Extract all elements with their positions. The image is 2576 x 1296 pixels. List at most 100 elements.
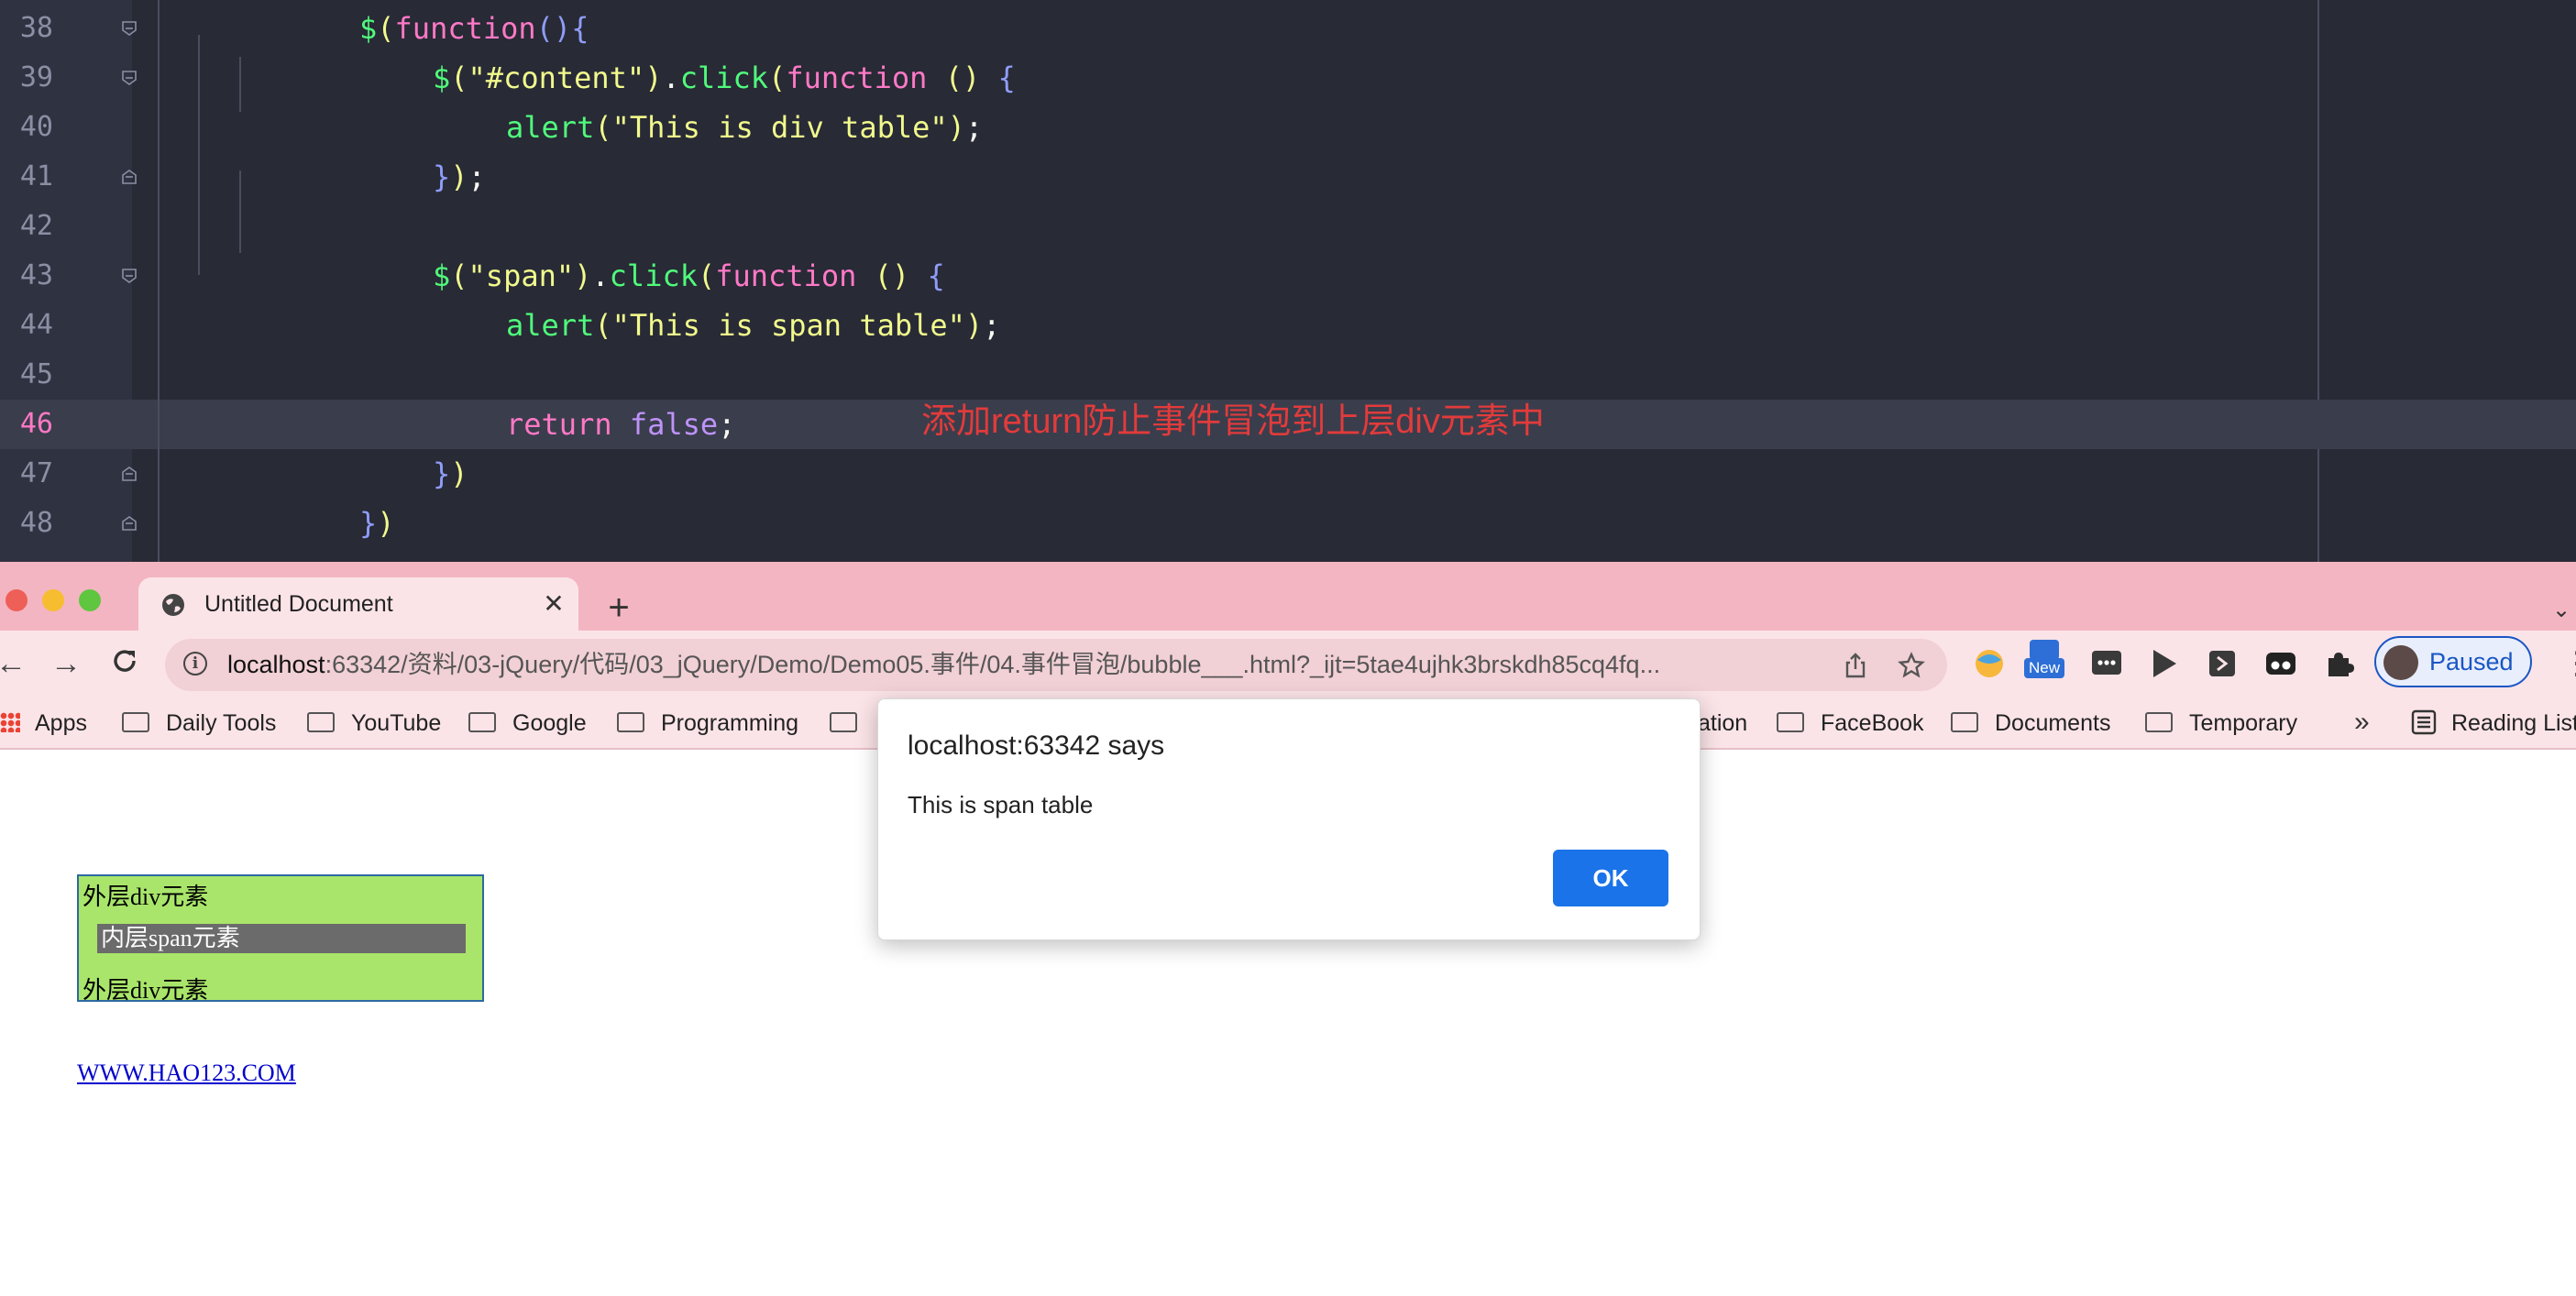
code-token: ) <box>947 110 965 145</box>
alert-dialog: localhost:63342 says This is span table … <box>877 698 1701 940</box>
code-token: function <box>394 11 536 46</box>
extension-chat-icon[interactable] <box>2088 645 2125 682</box>
code-token: ) <box>377 506 395 541</box>
code-token: . <box>662 60 680 95</box>
code-token: ; <box>718 407 736 442</box>
code-token: "#content" <box>468 60 645 95</box>
outer-div-text: 外层div元素 <box>83 977 209 1004</box>
extensions-puzzle-icon[interactable] <box>2321 645 2358 682</box>
apps-grid-icon <box>0 712 20 733</box>
extension-new-icon[interactable]: New <box>2024 640 2064 678</box>
code-annotation: 添加return防止事件冒泡到上层div元素中 <box>921 402 1545 441</box>
fold-marker-icon[interactable] <box>121 20 138 37</box>
extension-play-icon[interactable] <box>2145 645 2182 682</box>
folder-icon <box>1951 712 1978 733</box>
code-token: click <box>679 60 769 95</box>
code-token: false <box>611 407 719 442</box>
code-line[interactable]: 38 $(function(){ <box>0 4 2576 53</box>
site-info-icon[interactable]: i <box>183 652 207 675</box>
fold-marker-icon[interactable] <box>121 169 138 185</box>
code-token: click <box>609 258 698 293</box>
bookmarks-overflow-button[interactable]: » <box>2354 699 2370 745</box>
hao123-link[interactable]: WWW.HAO123.COM <box>77 1060 296 1087</box>
bookmark-google[interactable]: Google <box>468 699 587 748</box>
new-tab-button[interactable]: + <box>600 589 637 626</box>
back-button[interactable]: ← <box>0 645 29 682</box>
code-token: ; <box>964 110 984 145</box>
bookmark-facebook[interactable]: FaceBook <box>1777 699 1924 748</box>
share-icon[interactable] <box>1843 652 1868 679</box>
bookmark-ation[interactable]: ation <box>1698 699 1747 748</box>
fold-marker-icon[interactable] <box>121 515 138 532</box>
extension-glasses-icon[interactable] <box>2262 645 2299 682</box>
code-token: ( <box>450 258 468 293</box>
fold-marker-icon[interactable] <box>121 466 138 482</box>
code-token: "This is span table" <box>611 308 965 343</box>
code-line[interactable]: 41}); <box>0 152 2576 202</box>
reading-list-button[interactable]: Reading List <box>2411 699 2576 748</box>
code-token: ; <box>983 308 1001 343</box>
ok-button[interactable]: OK <box>1553 850 1668 906</box>
bookmark-temporary[interactable]: Temporary <box>2145 699 2297 748</box>
code-token: ) <box>644 60 663 95</box>
code-line[interactable]: 43 $("span").click(function () { <box>0 251 2576 301</box>
bookmark-youtube[interactable]: YouTube <box>307 699 441 748</box>
line-number: 41 <box>19 160 53 192</box>
code-token: ( <box>697 258 716 293</box>
bookmark-documents[interactable]: Documents <box>1951 699 2110 748</box>
code-token: $ <box>433 258 451 293</box>
code-token: () <box>535 11 572 46</box>
bookmark-star-icon[interactable] <box>1898 652 1925 679</box>
tab-search-chevron-icon[interactable]: ⌄ <box>2552 597 2570 623</box>
code-line[interactable]: 42 <box>0 202 2576 251</box>
line-number: 44 <box>19 309 53 341</box>
forward-button[interactable]: → <box>48 645 84 682</box>
code-token: { <box>980 60 1016 95</box>
line-number: 45 <box>19 358 53 390</box>
code-text: }); <box>433 152 486 202</box>
reading-list-icon <box>2411 710 2437 735</box>
code-token: function <box>715 258 857 293</box>
code-line[interactable]: 48}) <box>0 499 2576 548</box>
reload-button[interactable] <box>106 645 143 682</box>
line-number: 43 <box>19 259 53 291</box>
extension-bracket-icon[interactable] <box>2204 645 2240 682</box>
bookmark-apps[interactable]: Apps <box>0 699 87 748</box>
code-line[interactable]: 40 alert("This is div table"); <box>0 103 2576 152</box>
outer-div-element[interactable]: 外层div元素 内层span元素 外层div元素 <box>77 874 484 1004</box>
tab-close-icon[interactable]: ✕ <box>540 590 567 618</box>
line-number: 48 <box>19 507 53 539</box>
code-line[interactable]: 47}) <box>0 449 2576 499</box>
minimize-window-button[interactable] <box>42 589 64 611</box>
zoom-window-button[interactable] <box>79 589 101 611</box>
code-editor[interactable]: 38 $(function(){39 $("#content").click(fun… <box>0 0 2576 562</box>
folder-icon <box>617 712 644 733</box>
fold-marker-icon[interactable] <box>121 268 138 284</box>
code-text: }) <box>359 499 395 548</box>
code-token: } <box>433 159 451 194</box>
bookmark-daily-tools[interactable]: Daily Tools <box>122 699 276 748</box>
code-line[interactable]: 44 alert("This is span table"); <box>0 301 2576 350</box>
bookmark-hidden-folder[interactable] <box>830 699 874 748</box>
fold-marker-icon[interactable] <box>121 70 138 86</box>
browser-menu-icon[interactable]: ⋮ <box>2561 645 2576 682</box>
code-token: . <box>591 258 610 293</box>
code-token: ( <box>594 110 612 145</box>
bookmark-programming[interactable]: Programming <box>617 699 798 748</box>
code-line[interactable]: 39 $("#content").click(function () { <box>0 53 2576 103</box>
code-token: ; <box>468 159 486 194</box>
code-text: }) <box>433 449 468 499</box>
address-bar[interactable]: i localhost:63342/资料/03-jQuery/代码/03_jQu… <box>165 639 1947 691</box>
line-number: 40 <box>19 111 53 143</box>
code-token: ( <box>768 60 787 95</box>
profile-button[interactable]: Paused <box>2374 636 2532 687</box>
tab-untitled-document[interactable]: Untitled Document ✕ <box>138 577 578 631</box>
indent-guide <box>198 35 200 275</box>
code-token: $ <box>433 60 451 95</box>
close-window-button[interactable] <box>6 589 28 611</box>
inner-span-element[interactable]: 内层span元素 <box>97 924 466 953</box>
tab-bar: Untitled Document ✕ + ⌄ <box>0 562 2576 631</box>
code-token: () <box>856 258 910 293</box>
tab-title: Untitled Document <box>204 591 393 617</box>
extension-colorful-icon[interactable] <box>1971 645 2008 682</box>
